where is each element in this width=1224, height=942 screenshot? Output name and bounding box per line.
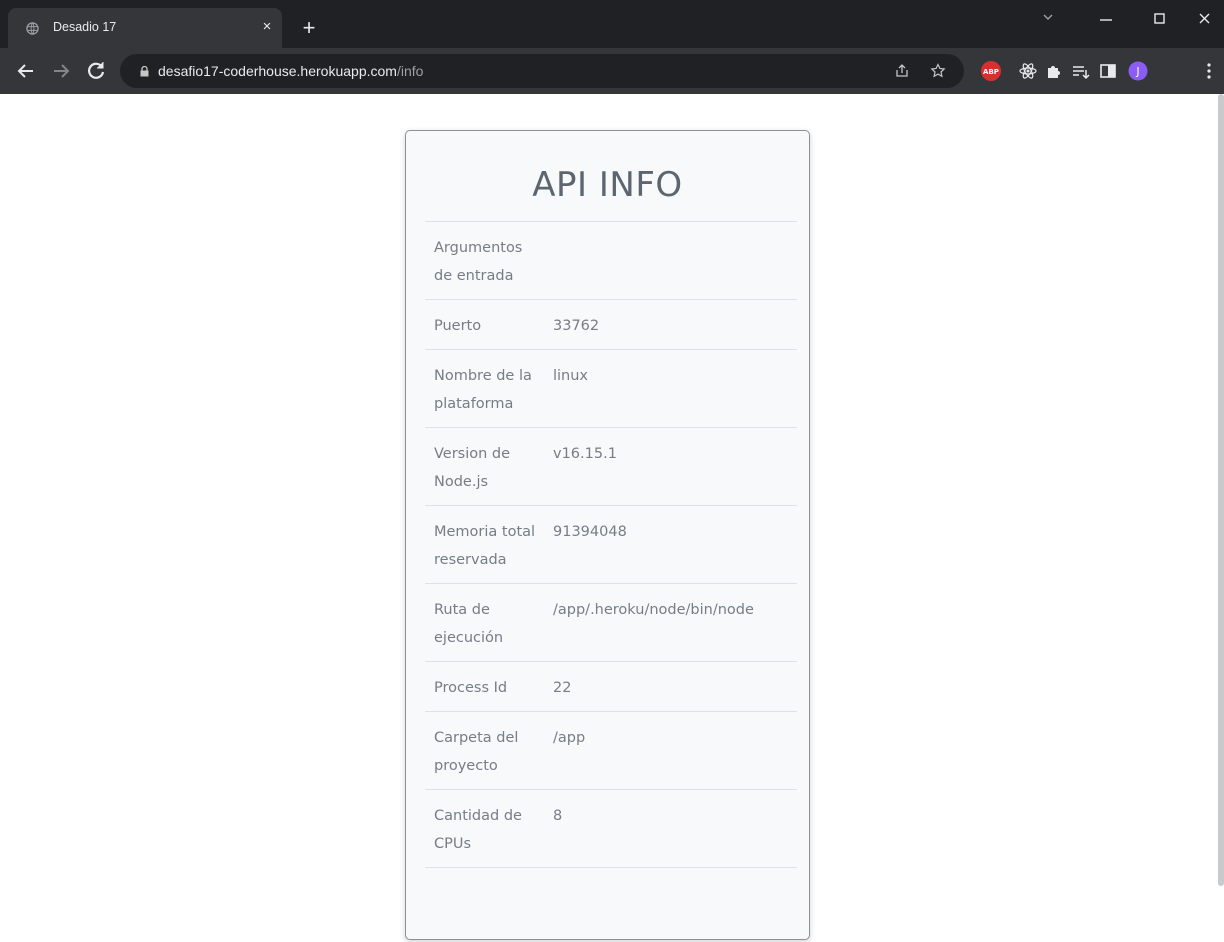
info-key: Memoria total reservada [425,505,544,584]
info-value: /app/.heroku/node/bin/node [544,583,797,662]
side-panel-icon[interactable] [1097,60,1119,82]
info-table: Argumentos de entrada Puerto 33762 Nombre d… [425,221,797,868]
info-value [544,221,797,300]
info-card: API INFO Argumentos de entrada Puerto 3376… [405,130,810,940]
close-window-icon[interactable] [1184,4,1224,34]
more-menu-icon[interactable] [1198,60,1220,82]
back-arrow-icon[interactable] [14,59,38,83]
info-row: Puerto 33762 [425,299,797,350]
url-host: desafio17-coderhouse.herokuapp.com [158,63,397,79]
page-title: API INFO [532,165,683,205]
lock-icon[interactable] [140,66,149,77]
info-value: 33762 [544,299,797,350]
info-key: Carpeta del proyecto [425,711,544,790]
info-row: Process Id 22 [425,661,797,712]
bookmark-star-icon[interactable] [930,63,946,79]
info-value: v16.15.1 [544,427,797,506]
info-row: Cantidad de CPUs 8 [425,789,797,868]
info-row: Memoria total reservada 91394048 [425,505,797,584]
info-value: 8 [544,789,797,868]
adblock-icon[interactable]: ABP [980,60,1002,82]
info-row: Version de Node.js v16.15.1 [425,427,797,506]
info-key: Argumentos de entrada [425,221,544,300]
adblock-label: ABP [983,68,999,76]
minimize-icon[interactable] [1086,4,1126,34]
browser-toolbar: desafio17-coderhouse.herokuapp.com/info … [0,48,1224,94]
profile-initial: J [1135,65,1139,78]
reload-icon[interactable] [84,59,108,83]
reading-list-icon[interactable] [1069,60,1091,82]
page-scrollbar[interactable] [1218,94,1224,886]
maximize-icon[interactable] [1139,4,1179,34]
info-value: /app [544,711,797,790]
globe-icon [26,22,39,35]
tab-search-chevron-icon[interactable] [1028,4,1068,34]
tab-close-icon[interactable]: × [259,19,275,35]
share-icon[interactable] [894,63,910,79]
info-key: Cantidad de CPUs [425,789,544,868]
tab-title: Desadio 17 [53,20,117,34]
address-bar[interactable]: desafio17-coderhouse.herokuapp.com/info [120,54,964,88]
forward-arrow-icon[interactable] [49,59,73,83]
info-row: Ruta de ejecución/app/.heroku/node/bin/n… [425,583,797,662]
url-text[interactable]: desafio17-coderhouse.herokuapp.com/info [158,63,423,79]
info-row: Carpeta del proyecto/app [425,711,797,790]
info-row: Argumentos de entrada [425,221,797,300]
react-devtools-icon[interactable] [1017,60,1039,82]
tab-strip: Desadio 17 × + [0,0,1224,48]
extensions-puzzle-icon[interactable] [1043,60,1065,82]
info-key: Puerto [425,299,544,350]
info-value: 22 [544,661,797,712]
info-key: Ruta de ejecución [425,583,544,662]
profile-avatar[interactable]: J [1127,60,1149,82]
info-value: linux [544,349,797,428]
info-key: Process Id [425,661,544,712]
browser-tab[interactable]: Desadio 17 × [8,8,282,48]
info-row: Nombre de la plataforma linux [425,349,797,428]
info-key: Nombre de la plataforma [425,349,544,428]
new-tab-button[interactable]: + [298,17,320,39]
url-path: /info [396,63,424,79]
info-value: 91394048 [544,505,797,584]
info-key: Version de Node.js [425,427,544,506]
